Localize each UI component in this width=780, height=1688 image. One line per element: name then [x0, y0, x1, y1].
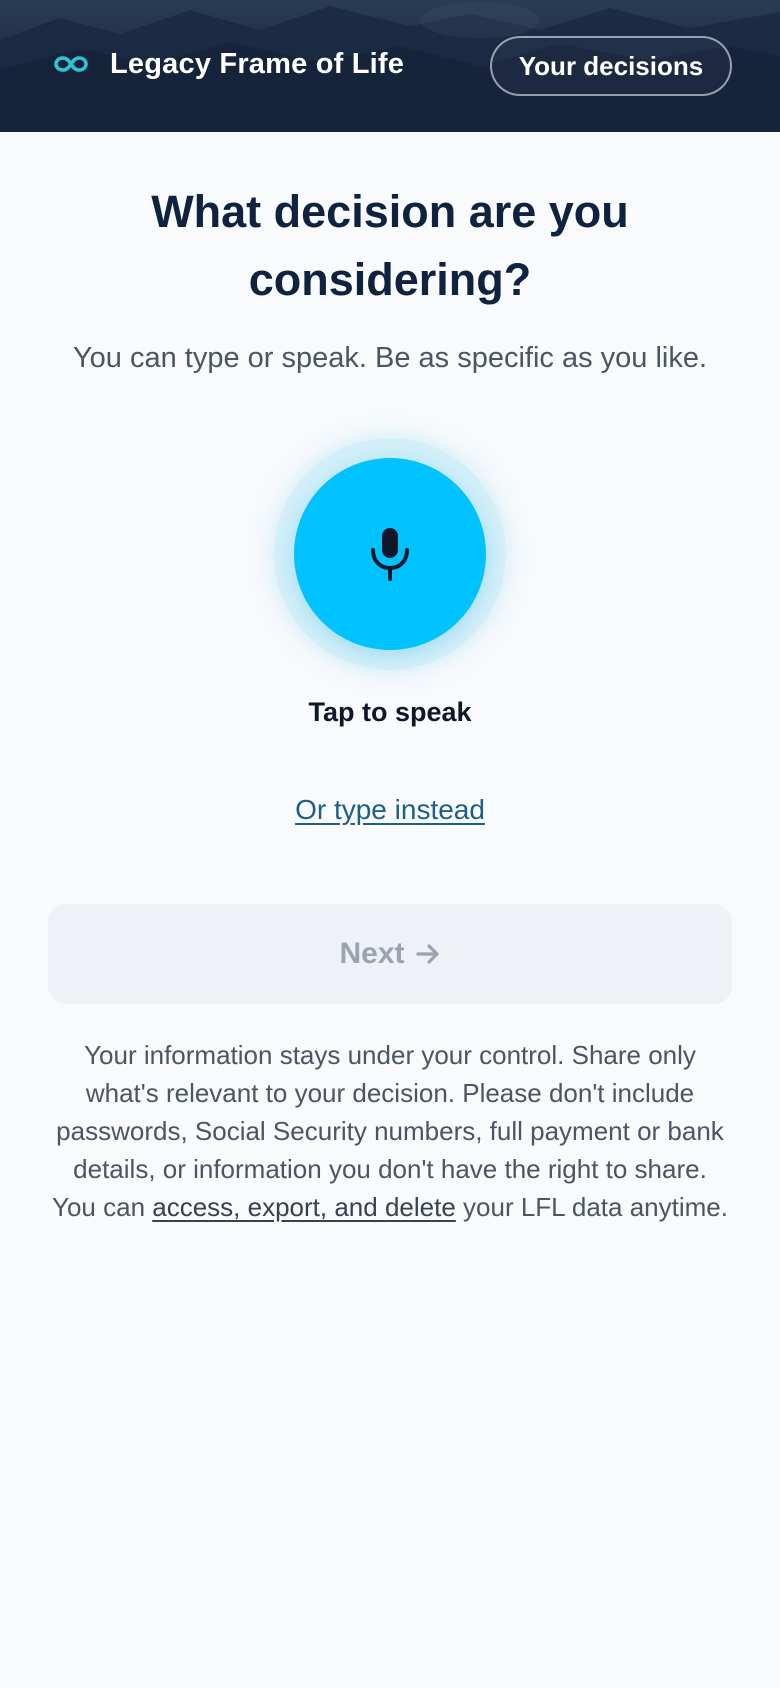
privacy-text-after: your LFL data anytime.	[455, 1192, 728, 1222]
data-controls-link[interactable]: access, export, and delete	[152, 1192, 456, 1222]
your-decisions-button[interactable]: Your decisions	[490, 36, 732, 96]
app-header: Legacy Frame of Life Your decisions	[0, 0, 780, 132]
next-button-label: Next	[339, 937, 405, 970]
infinity-loop-icon	[54, 46, 90, 82]
app-name: Legacy Frame of Life	[110, 47, 405, 80]
privacy-notice: Your information stays under your contro…	[50, 1036, 730, 1226]
brand[interactable]: Legacy Frame of Life	[54, 46, 404, 82]
page-subtitle: You can type or speak. Be as specific as…	[72, 342, 708, 374]
arrow-right-icon	[415, 943, 441, 965]
mic-button[interactable]	[294, 458, 486, 650]
page-title-line-2: considering?	[248, 254, 532, 305]
page-title-line-1: What decision are you	[151, 186, 629, 237]
page-title: What decision are you considering?	[0, 178, 780, 314]
microphone-icon	[368, 526, 412, 582]
tap-to-speak-label: Tap to speak	[308, 697, 472, 727]
type-instead-link[interactable]: Or type instead	[0, 794, 780, 826]
next-button[interactable]: Next	[48, 904, 732, 1004]
